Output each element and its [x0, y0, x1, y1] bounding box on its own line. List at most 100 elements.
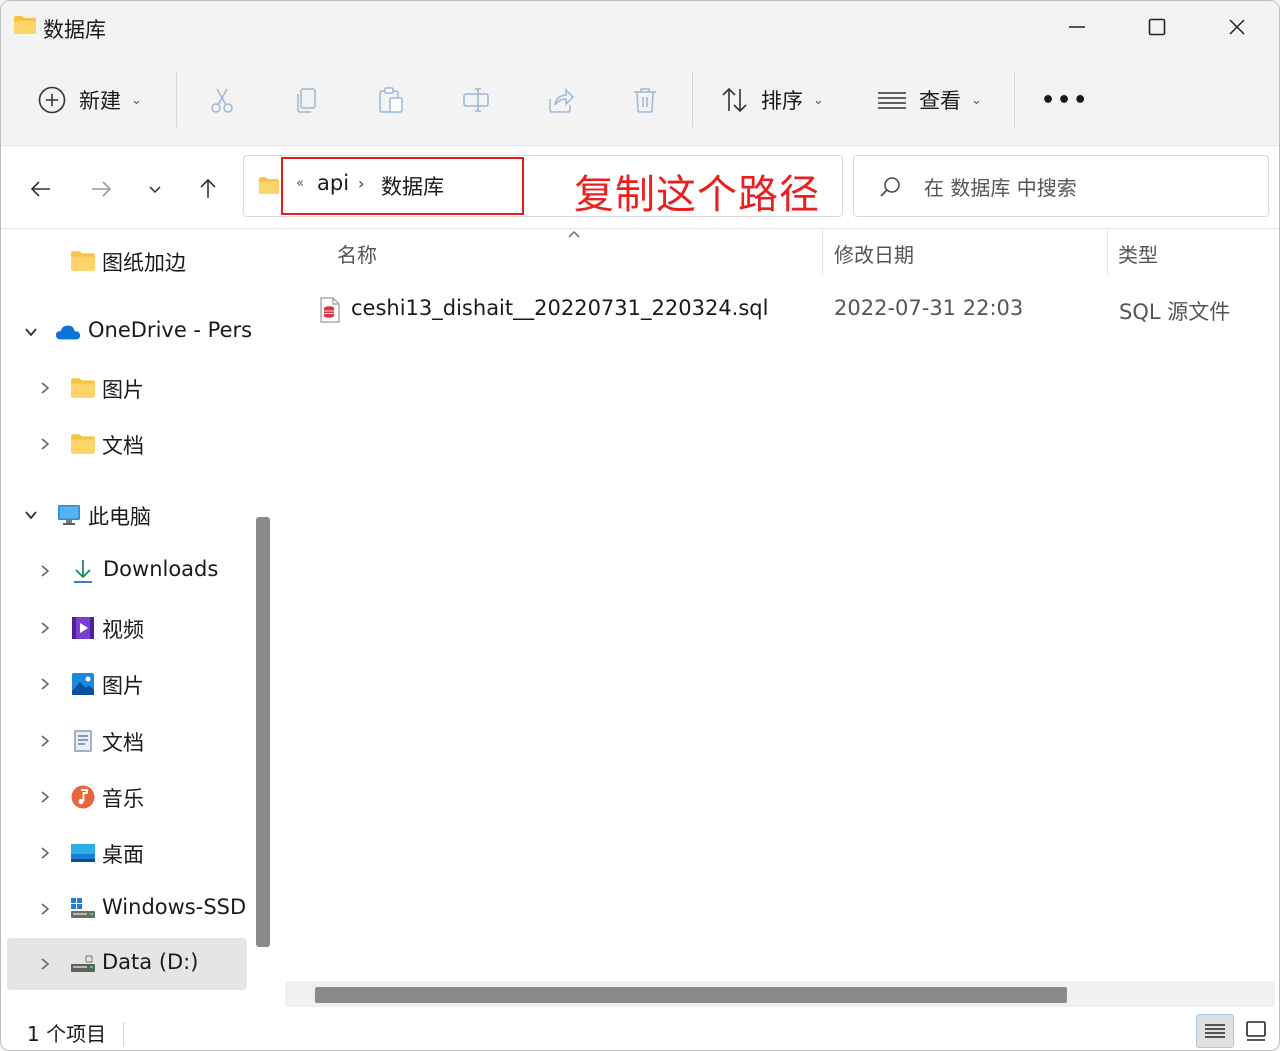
address-bar[interactable]: « api › 数据库 复制这个路径	[243, 155, 843, 218]
paste-button[interactable]	[376, 75, 406, 125]
chevron-right-icon[interactable]	[37, 380, 53, 396]
close-icon	[1229, 19, 1245, 35]
column-divider[interactable]	[822, 229, 823, 275]
chevron-right-icon[interactable]	[37, 956, 53, 972]
annotation-text: 复制这个路径	[574, 172, 820, 218]
details-view-button[interactable]	[1196, 1014, 1234, 1048]
copy-button[interactable]	[292, 75, 322, 125]
new-button[interactable]: 新建 ⌄	[37, 75, 142, 125]
window-title: 数据库	[43, 18, 106, 42]
chevron-right-icon[interactable]	[37, 436, 53, 452]
chevron-right-icon[interactable]	[37, 563, 53, 579]
sidebar-item-onedrive[interactable]: OneDrive - Pers	[7, 304, 252, 360]
sidebar-item-label: 此电脑	[88, 505, 151, 529]
sidebar-item-label: OneDrive - Pers	[88, 318, 253, 342]
status-bar: 1 个项目	[1, 1014, 1279, 1050]
close-button[interactable]	[1197, 1, 1277, 53]
folder-icon	[69, 247, 97, 275]
rename-button[interactable]	[461, 75, 491, 125]
chevron-right-icon[interactable]	[37, 620, 53, 636]
maximize-icon	[1148, 18, 1166, 36]
chevron-down-icon[interactable]	[23, 507, 39, 523]
delete-button[interactable]	[630, 75, 660, 125]
sidebar-item-label: 图片	[102, 378, 144, 402]
sidebar-item-label: 视频	[102, 618, 144, 642]
sidebar-item-desktop[interactable]: 桌面	[7, 825, 247, 881]
share-button[interactable]	[546, 75, 576, 125]
share-icon	[549, 88, 575, 113]
video-icon	[69, 614, 97, 642]
chevron-down-icon[interactable]	[23, 324, 39, 340]
breadcrumb-current[interactable]: 数据库	[381, 171, 444, 201]
search-box[interactable]: 在 数据库 中搜索	[853, 155, 1269, 217]
tiles-view-button[interactable]	[1237, 1014, 1275, 1048]
command-bar: 新建 ⌄ 排序 ⌄ 查看 ⌄ •••	[1, 53, 1279, 146]
horizontal-scrollbar-thumb[interactable]	[315, 987, 1067, 1003]
chevron-right-icon[interactable]	[37, 789, 53, 805]
column-divider[interactable]	[1107, 229, 1108, 275]
breadcrumb-separator[interactable]: ›	[358, 174, 364, 193]
status-separator	[123, 1022, 124, 1046]
chevron-right-icon[interactable]	[37, 845, 53, 861]
sort-arrows-icon	[722, 87, 747, 113]
folder-icon	[258, 177, 280, 194]
item-count: 1 个项目	[27, 1022, 107, 1046]
sidebar-item-label: Data (D:)	[102, 950, 199, 974]
scissors-icon	[211, 88, 233, 113]
sidebar-item-windows-ssd[interactable]: Windows-SSD	[7, 881, 247, 937]
sidebar-item-documents[interactable]: 文档	[7, 713, 247, 769]
sidebar-item-onedrive-documents[interactable]: 文档	[7, 416, 247, 472]
column-header-type[interactable]: 类型	[1118, 239, 1158, 268]
sidebar-item-drawing[interactable]: 图纸加边	[7, 233, 247, 289]
sidebar-item-music[interactable]: 音乐	[7, 769, 247, 825]
sort-button[interactable]: 排序 ⌄	[719, 75, 824, 125]
cut-button[interactable]	[207, 75, 237, 125]
toolbar-separator	[1014, 71, 1015, 127]
sidebar-item-videos[interactable]: 视频	[7, 600, 247, 656]
sidebar-item-this-pc[interactable]: 此电脑	[7, 487, 247, 543]
column-header-name[interactable]: 名称	[337, 239, 377, 268]
search-input[interactable]: 在 数据库 中搜索	[924, 172, 1077, 201]
sidebar-scrollbar[interactable]	[256, 517, 270, 947]
sidebar-item-data-d[interactable]: Data (D:)	[7, 938, 247, 990]
clipboard-icon	[379, 87, 403, 113]
sort-ascending-icon	[568, 231, 580, 238]
maximize-button[interactable]	[1117, 1, 1197, 53]
column-header-modified[interactable]: 修改日期	[834, 239, 914, 268]
back-button[interactable]	[21, 169, 61, 209]
sidebar-item-pictures[interactable]: 图片	[7, 656, 247, 712]
chevron-down-icon: ⌄	[131, 92, 142, 108]
search-icon	[880, 177, 900, 197]
file-type: SQL 源文件	[1119, 300, 1231, 324]
arrow-left-icon	[30, 181, 50, 197]
more-icon: •••	[1041, 87, 1090, 113]
sidebar-item-label: 音乐	[102, 787, 144, 811]
plus-circle-icon	[38, 86, 66, 114]
breadcrumb-overflow[interactable]: «	[296, 176, 304, 191]
arrow-up-icon	[200, 178, 216, 198]
forward-button[interactable]	[81, 169, 121, 209]
list-view-icon	[878, 92, 906, 109]
sidebar-item-label: 文档	[102, 731, 144, 755]
arrow-right-icon	[92, 181, 112, 197]
more-options-button[interactable]: •••	[1041, 75, 1089, 125]
view-button[interactable]: 查看 ⌄	[877, 75, 982, 125]
chevron-right-icon[interactable]	[37, 676, 53, 692]
chevron-down-icon	[149, 186, 161, 194]
chevron-right-icon[interactable]	[37, 901, 53, 917]
toolbar-separator	[176, 71, 177, 127]
chevron-right-icon[interactable]	[37, 733, 53, 749]
drive-icon	[69, 895, 97, 923]
breadcrumb-api[interactable]: api	[317, 171, 349, 195]
recent-locations-button[interactable]	[135, 169, 175, 209]
sidebar-item-onedrive-pictures[interactable]: 图片	[7, 360, 247, 416]
tiles-view-icon	[1246, 1021, 1266, 1041]
minimize-button[interactable]	[1037, 1, 1117, 53]
horizontal-scrollbar[interactable]	[285, 981, 1275, 1007]
pictures-icon	[69, 670, 97, 698]
sidebar-item-label: 桌面	[102, 843, 144, 867]
file-row[interactable]: ceshi13_dishait__20220731_220324.sql 202…	[305, 283, 1275, 337]
sidebar-item-downloads[interactable]: Downloads	[7, 543, 247, 599]
folder-icon	[69, 374, 97, 402]
up-button[interactable]	[188, 169, 228, 209]
